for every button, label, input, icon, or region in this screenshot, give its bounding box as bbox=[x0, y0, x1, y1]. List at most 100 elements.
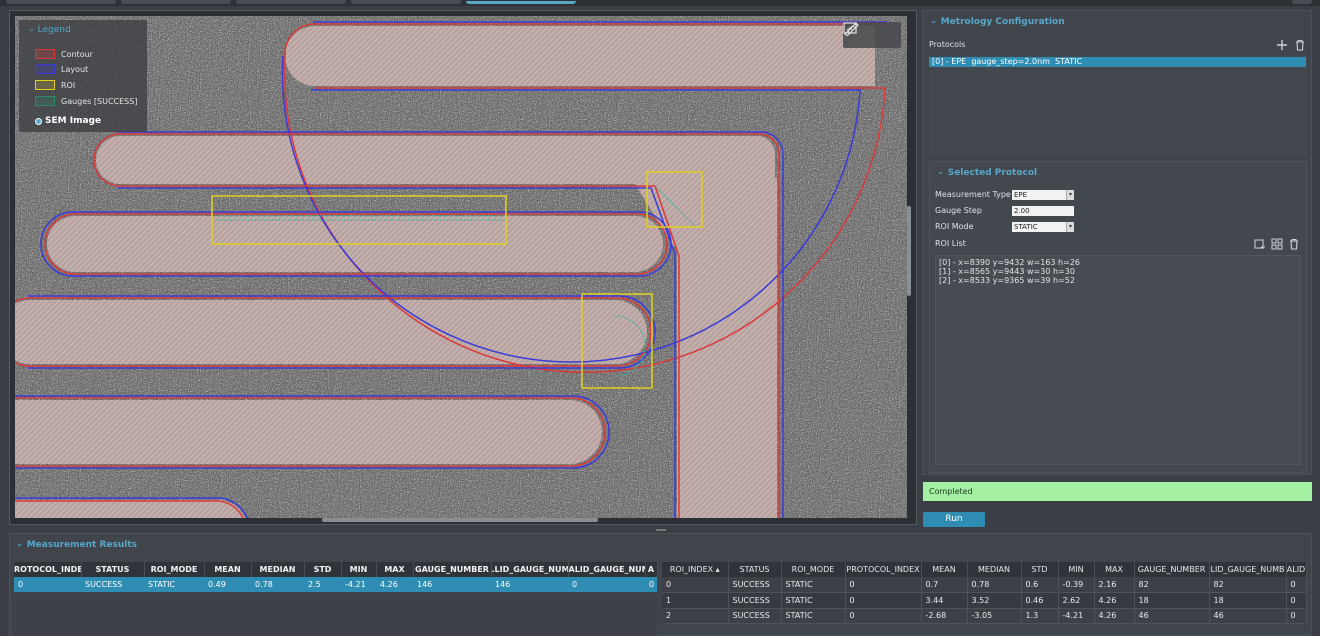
column-header[interactable]: ROTOCOL_INDE ▴ bbox=[14, 562, 82, 577]
roi-item[interactable]: [0] - x=8390 y=9432 w=163 h=26 bbox=[939, 258, 1297, 267]
table-cell: 82 bbox=[1209, 577, 1287, 593]
table-cell: 0 bbox=[1286, 592, 1307, 609]
legend-title: Legend bbox=[37, 25, 71, 35]
table-cell: 0.46 bbox=[1021, 592, 1059, 609]
table-row[interactable]: 0 SUCCESS STATIC 0.49 0.78 2.5 -4.21 4.2… bbox=[14, 577, 657, 592]
table-cell: 46 bbox=[1209, 608, 1287, 624]
roi-mode-value: STATIC bbox=[1014, 223, 1038, 231]
viewer-horizontal-scrollbar[interactable] bbox=[322, 518, 598, 522]
column-header[interactable]: MAX bbox=[1094, 562, 1135, 577]
column-header[interactable]: MEAN bbox=[921, 562, 968, 577]
add-protocol-button[interactable] bbox=[1276, 39, 1288, 51]
table-cell: 0.7 bbox=[921, 577, 968, 593]
measurement-type-label: Measurement Type bbox=[935, 190, 1011, 199]
table-cell: 0 bbox=[845, 592, 922, 609]
roi-item[interactable]: [2] - x=8533 y=9365 w=39 h=52 bbox=[939, 276, 1297, 285]
table-row[interactable]: 0 SUCCESS STATIC 0 0.7 0.78 0.6 -0.39 2.… bbox=[662, 577, 1307, 593]
column-header[interactable]: MAX bbox=[376, 562, 414, 577]
legend-item-roi[interactable]: ROI bbox=[35, 79, 75, 91]
summary-table: ROTOCOL_INDE ▴ STATUS ROI_MODE MEAN MEDI… bbox=[14, 562, 658, 592]
column-header[interactable]: STD bbox=[1021, 562, 1059, 577]
column-header[interactable]: GAUGE_NUMBER bbox=[413, 562, 492, 577]
viewer-vertical-scrollbar[interactable] bbox=[907, 206, 911, 296]
measurement-type-value: EPE bbox=[1014, 191, 1028, 199]
roi-header-row: ROI_INDEX ▴ STATUS ROI_MODE PROTOCOL_IND… bbox=[662, 562, 1307, 577]
results-header[interactable]: › Measurement Results bbox=[14, 540, 137, 550]
table-cell: 1 bbox=[662, 592, 729, 609]
tab-3[interactable] bbox=[236, 0, 346, 4]
tab-active[interactable] bbox=[466, 1, 576, 4]
column-header[interactable]: STD bbox=[304, 562, 342, 577]
column-header[interactable]: MIN bbox=[341, 562, 377, 577]
column-header[interactable]: ROI_MODE bbox=[781, 562, 846, 577]
table-cell: 0 bbox=[1286, 577, 1307, 593]
sem-canvas bbox=[15, 16, 907, 518]
plus-icon bbox=[1277, 40, 1287, 50]
table-cell: 2.5 bbox=[304, 577, 341, 592]
roi-grid-button[interactable] bbox=[1271, 238, 1283, 250]
table-cell: STATIC bbox=[781, 608, 846, 624]
column-header[interactable]: ROI_MODE bbox=[144, 562, 205, 577]
legend-item-sem-image[interactable]: SEM Image bbox=[35, 116, 101, 126]
delete-protocol-button[interactable] bbox=[1294, 39, 1306, 51]
table-cell: 0 bbox=[662, 577, 729, 593]
splitter-handle[interactable] bbox=[656, 529, 666, 531]
column-header[interactable]: MEDIAN bbox=[967, 562, 1022, 577]
legend-item-label: ROI bbox=[61, 80, 76, 90]
chevron-down-icon: › bbox=[934, 171, 945, 175]
table-cell: 3.52 bbox=[967, 592, 1022, 609]
tab-menu[interactable] bbox=[1292, 0, 1312, 4]
column-header[interactable]: STATUS bbox=[81, 562, 145, 577]
protocol-item[interactable]: [0] - EPE gauge_step=2.0nm STATIC bbox=[929, 57, 1306, 67]
table-cell: 2.16 bbox=[1094, 577, 1135, 593]
legend-item-label: Layout bbox=[61, 64, 89, 74]
table-cell: 0 bbox=[1286, 608, 1307, 624]
table-cell: 146 bbox=[413, 577, 491, 592]
roi-mode-label: ROI Mode bbox=[935, 222, 974, 231]
delete-roi-button[interactable] bbox=[1288, 238, 1300, 250]
column-header[interactable]: GAUGE_NUMBER bbox=[1134, 562, 1210, 577]
legend-item-gauges[interactable]: Gauges [SUCCESS] bbox=[35, 95, 137, 107]
column-header[interactable]: MIN bbox=[1058, 562, 1095, 577]
roi-item[interactable]: [1] - x=8565 y=9443 w=30 h=30 bbox=[939, 267, 1297, 276]
roi-mode-select[interactable]: STATIC ▾ bbox=[1012, 222, 1074, 232]
metrology-header[interactable]: › Metrology Configuration bbox=[928, 17, 1065, 27]
run-button[interactable]: Run bbox=[923, 512, 985, 527]
sem-image[interactable]: › Legend Contour Layout ROI Gauges [SUCC… bbox=[15, 16, 907, 518]
status-bar: Completed bbox=[923, 482, 1312, 501]
column-header[interactable]: STATUS bbox=[728, 562, 782, 577]
column-header[interactable]: PROTOCOL_INDEX bbox=[845, 562, 922, 577]
column-header[interactable]: .LID_GAUGE_NUMI bbox=[491, 562, 569, 577]
add-roi-button[interactable] bbox=[1254, 238, 1266, 250]
table-cell: SUCCESS bbox=[728, 608, 782, 624]
gauge-step-input[interactable]: 2.00 bbox=[1012, 206, 1074, 216]
column-header[interactable]: ALID_GAUGE_NUM bbox=[568, 562, 646, 577]
table-cell: 0.78 bbox=[967, 577, 1022, 593]
measurement-type-select[interactable]: EPE ▾ bbox=[1012, 190, 1074, 200]
column-header[interactable]: LID_GAUGE_NUMB bbox=[1209, 562, 1287, 577]
legend-item-layout[interactable]: Layout bbox=[35, 63, 88, 75]
column-header[interactable]: MEAN bbox=[204, 562, 252, 577]
column-header[interactable]: A bbox=[645, 562, 658, 577]
table-cell: 4.26 bbox=[1094, 608, 1135, 624]
selected-protocol-header[interactable]: › Selected Protocol bbox=[934, 168, 1037, 178]
table-cell: 18 bbox=[1209, 592, 1287, 609]
legend-header[interactable]: › Legend bbox=[26, 25, 71, 35]
table-cell: SUCCESS bbox=[81, 577, 144, 592]
table-row[interactable]: 2 SUCCESS STATIC 0 -2.68 -3.05 1.3 -4.21… bbox=[662, 608, 1307, 624]
table-row[interactable]: 1 SUCCESS STATIC 0 3.44 3.52 0.46 2.62 4… bbox=[662, 592, 1307, 609]
section-title: Metrology Configuration bbox=[940, 17, 1065, 27]
tab-1[interactable] bbox=[6, 0, 116, 4]
table-cell: 1.3 bbox=[1021, 608, 1059, 624]
tab-4[interactable] bbox=[351, 0, 461, 4]
table-cell: 3.44 bbox=[921, 592, 968, 609]
table-cell: 0.78 bbox=[251, 577, 304, 592]
column-header[interactable]: MEDIAN bbox=[251, 562, 305, 577]
legend-panel: › Legend Contour Layout ROI Gauges [SUCC… bbox=[19, 20, 147, 132]
column-header[interactable]: ALID bbox=[1286, 562, 1307, 577]
protocols-label: Protocols bbox=[929, 40, 966, 49]
layout-swatch bbox=[35, 64, 55, 74]
column-header[interactable]: ROI_INDEX ▴ bbox=[662, 562, 729, 577]
legend-item-contour[interactable]: Contour bbox=[35, 48, 93, 60]
tab-2[interactable] bbox=[121, 0, 231, 4]
